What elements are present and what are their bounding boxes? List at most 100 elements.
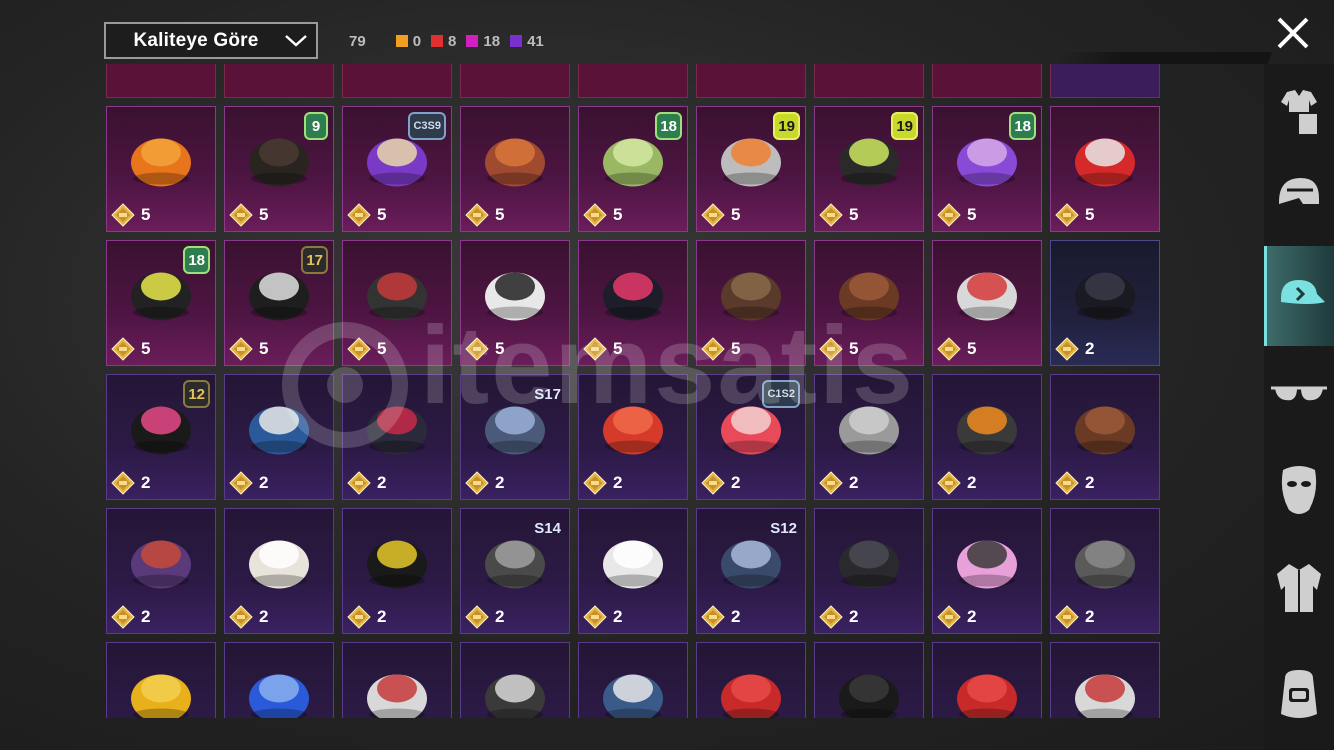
item-price-value: 2	[731, 607, 741, 626]
coin-icon	[465, 605, 489, 629]
close-button[interactable]	[1274, 14, 1312, 52]
item-badge: 18	[1009, 112, 1036, 140]
antlers-headband-icon	[711, 253, 791, 338]
grid-item[interactable]: C1S2 2	[696, 374, 806, 500]
grid-item[interactable]: S14 2	[460, 508, 570, 634]
item-price-value: 5	[141, 205, 151, 224]
grid-item[interactable]	[578, 642, 688, 718]
grid-item[interactable]: 5	[696, 240, 806, 366]
grid-item[interactable]: 5	[106, 106, 216, 232]
face-mask-icon	[1277, 462, 1321, 523]
grid-item-stub[interactable]	[696, 64, 806, 98]
grid-item[interactable]: 2	[106, 508, 216, 634]
coin-icon	[937, 337, 961, 361]
grid-item[interactable]	[224, 642, 334, 718]
grid-item-stub[interactable]	[932, 64, 1042, 98]
item-price: 5	[347, 337, 386, 361]
grid-item-stub[interactable]	[1050, 64, 1160, 98]
sidebar-tab-jacket[interactable]	[1264, 540, 1334, 640]
grid-item-stub[interactable]	[460, 64, 570, 98]
grid-item[interactable]	[814, 642, 924, 718]
grid-item[interactable]: 5	[342, 240, 452, 366]
grid-item[interactable]: 2	[814, 508, 924, 634]
grid-item[interactable]: 17 5	[224, 240, 334, 366]
red-count: 8	[431, 33, 456, 50]
grid-item[interactable]: 5	[932, 240, 1042, 366]
sidebar-tab-face-mask[interactable]	[1264, 442, 1334, 542]
grid-item[interactable]: 5	[460, 240, 570, 366]
sidebar-tab-helmet[interactable]	[1264, 146, 1334, 246]
grid-item[interactable]: 2	[932, 374, 1042, 500]
coin-icon	[347, 337, 371, 361]
item-price-value: 5	[731, 339, 741, 358]
item-price: 5	[583, 337, 622, 361]
sidebar-tab-backpack[interactable]	[1264, 646, 1334, 746]
item-price: 2	[111, 471, 150, 495]
wrestler-mask-icon	[475, 655, 555, 718]
grid-item[interactable]: S17 2	[460, 374, 570, 500]
item-price: 2	[583, 605, 622, 629]
coin-icon	[347, 203, 371, 227]
item-price: 5	[701, 337, 740, 361]
item-badge: 19	[773, 112, 800, 140]
sidebar-tab-glasses[interactable]	[1264, 346, 1334, 446]
item-price-value: 2	[377, 473, 387, 492]
grid-item[interactable]: 2	[224, 508, 334, 634]
grid-item[interactable]: 18 5	[106, 240, 216, 366]
grid-item[interactable]: 2	[814, 374, 924, 500]
coin-icon	[583, 605, 607, 629]
grid-item[interactable]: S12 2	[696, 508, 806, 634]
grid-item[interactable]	[696, 642, 806, 718]
coin-icon	[701, 471, 725, 495]
grid-item[interactable]	[1050, 642, 1160, 718]
grid-item[interactable]: 18 5	[932, 106, 1042, 232]
sidebar-tab-hat[interactable]	[1264, 246, 1334, 346]
item-grid[interactable]: 5 9 5 C3S9 5 5 18 5 19 5 19 5 18 5 5 18 5 17 5 5 5 5 5 5 5 2 12 2 2 2…	[104, 64, 1162, 718]
grid-item[interactable]: 2	[1050, 508, 1160, 634]
outfit-icon	[1273, 86, 1325, 143]
coin-icon	[583, 337, 607, 361]
grid-item[interactable]: 2	[342, 374, 452, 500]
grid-item[interactable]: 5	[1050, 106, 1160, 232]
coin-icon	[1055, 471, 1079, 495]
grey-helmet-icon	[1065, 521, 1145, 606]
coin-icon	[111, 203, 135, 227]
item-price: 5	[465, 203, 504, 227]
sort-dropdown[interactable]: Kaliteye Göre	[104, 22, 318, 59]
black-top-hat-icon	[829, 655, 909, 718]
grid-item[interactable]: 19 5	[814, 106, 924, 232]
grid-item[interactable]: 5	[578, 240, 688, 366]
grid-item[interactable]: 2	[1050, 240, 1160, 366]
coin-icon	[937, 605, 961, 629]
grid-item-stub[interactable]	[814, 64, 924, 98]
grid-item[interactable]: 2	[932, 508, 1042, 634]
grid-item[interactable]: C3S9 5	[342, 106, 452, 232]
grid-item-stub[interactable]	[224, 64, 334, 98]
grid-item-stub[interactable]	[106, 64, 216, 98]
grid-item[interactable]: 5	[460, 106, 570, 232]
grid-item[interactable]: 2	[342, 508, 452, 634]
item-price-value: 2	[259, 473, 269, 492]
coin-icon	[111, 605, 135, 629]
grid-item[interactable]	[932, 642, 1042, 718]
grid-item-stub[interactable]	[342, 64, 452, 98]
grid-item[interactable]: 2	[578, 508, 688, 634]
coin-icon	[465, 471, 489, 495]
item-price-value: 2	[849, 607, 859, 626]
grid-item[interactable]: 2	[578, 374, 688, 500]
grid-item[interactable]: 95	[224, 106, 334, 232]
black-cap-icon	[829, 521, 909, 606]
pumpkin-hat-icon	[121, 119, 201, 204]
grid-item[interactable]: 19 5	[696, 106, 806, 232]
grid-item[interactable]: 12 2	[106, 374, 216, 500]
grid-item[interactable]: 2	[224, 374, 334, 500]
grid-item[interactable]	[106, 642, 216, 718]
grid-item[interactable]: 5	[814, 240, 924, 366]
grid-item[interactable]: 18 5	[578, 106, 688, 232]
grid-item-stub[interactable]	[578, 64, 688, 98]
grid-item[interactable]: 2	[1050, 374, 1160, 500]
grid-item[interactable]	[342, 642, 452, 718]
grid-item[interactable]	[460, 642, 570, 718]
glasses-icon	[1269, 374, 1329, 419]
item-badge: 18	[655, 112, 682, 140]
